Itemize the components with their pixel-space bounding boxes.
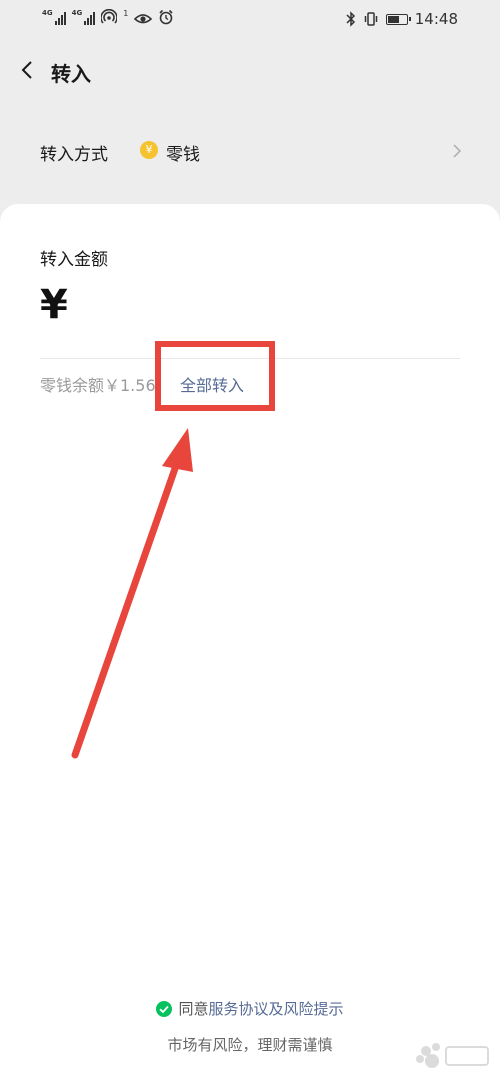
eye-icon: [134, 14, 153, 24]
alarm-icon: [159, 9, 173, 25]
annotation-arrow: [71, 428, 193, 759]
agreement-link[interactable]: 服务协议及风险提示: [209, 1000, 344, 1018]
network-type-label: 4G: [42, 9, 53, 17]
amount-label: 转入金额: [40, 250, 108, 270]
balance-text: 零钱余额￥1.56，: [40, 376, 172, 395]
bluetooth-icon: [346, 11, 355, 27]
status-bar: 4G 4G 1 14:48: [0, 0, 500, 40]
network-type-label: 4G: [71, 9, 83, 17]
chevron-left-icon[interactable]: [16, 58, 40, 82]
signal-icon-1: 4G: [42, 9, 66, 25]
watermark-logo: [416, 1043, 489, 1068]
annotation-highlight-box: [155, 341, 275, 411]
amount-input[interactable]: ¥: [40, 282, 68, 328]
nav-bar: 转入: [0, 50, 500, 90]
transfer-method-label: 转入方式: [40, 145, 108, 165]
hotspot-icon: [101, 9, 118, 24]
signal-icon-2: 4G: [72, 9, 96, 25]
page-title: 转入: [51, 62, 91, 86]
transfer-method-value: 零钱: [166, 145, 200, 165]
vibrate-icon: [364, 12, 378, 26]
status-right-icons: 14:48: [346, 10, 458, 28]
chevron-right-icon: [453, 144, 462, 158]
transfer-method-row[interactable]: 转入方式 ¥ 零钱: [0, 126, 500, 178]
battery-icon: [385, 13, 411, 25]
coin-icon: ¥: [140, 141, 158, 159]
checkbox-checked-icon[interactable]: [156, 1001, 173, 1017]
agreement-row: 同意服务协议及风险提示: [0, 998, 500, 1019]
agree-prefix: 同意: [178, 1000, 209, 1018]
status-left-icons: 4G 4G 1: [42, 9, 174, 25]
status-time: 14:48: [414, 10, 458, 28]
notification-count: 1: [123, 9, 129, 18]
